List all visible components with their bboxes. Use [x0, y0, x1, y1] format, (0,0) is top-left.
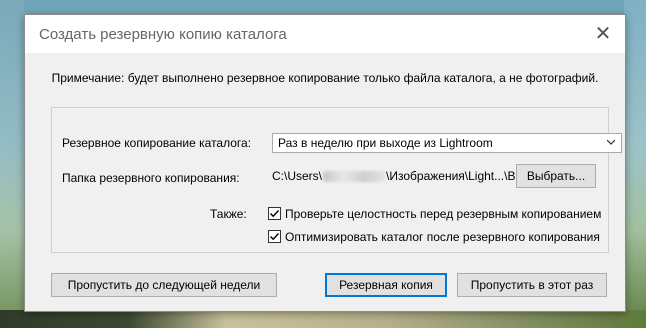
frequency-value: Раз в неделю при выходе из Lightroom: [278, 136, 493, 150]
backup-button[interactable]: Резервная копия: [325, 273, 447, 297]
frequency-dropdown[interactable]: Раз в неделю при выходе из Lightroom: [272, 133, 622, 153]
folder-label: Папка резервного копирования:: [62, 171, 240, 185]
background-photo-left: [0, 0, 24, 328]
skip-this-time-button[interactable]: Пропустить в этот раз: [457, 273, 607, 297]
checkmark-icon: [270, 210, 280, 218]
backup-catalog-dialog: Создать резервную копию каталога ✕ Приме…: [24, 14, 626, 312]
background-photo-right: [624, 0, 646, 328]
redacted-username: [323, 171, 386, 183]
optimize-catalog-checkbox[interactable]: [268, 230, 281, 243]
dialog-title: Создать резервную копию каталога: [39, 26, 287, 43]
also-label: Также:: [210, 207, 247, 221]
check-integrity-label[interactable]: Проверьте целостность перед резервным ко…: [285, 207, 601, 221]
note-text: Примечание: будет выполнено резервное ко…: [51, 71, 599, 85]
optimize-catalog-label[interactable]: Оптимизировать каталог после резервного …: [285, 230, 600, 244]
chevron-down-icon: [607, 139, 615, 145]
checkmark-icon: [270, 233, 280, 241]
close-icon[interactable]: ✕: [591, 22, 615, 46]
title-bar: Создать резервную копию каталога ✕: [25, 15, 625, 53]
frequency-label: Резервное копирование каталога:: [62, 136, 252, 150]
folder-path: C:\Users\ \Изображения\Light...\Backups: [272, 169, 553, 183]
backup-settings-group: Резервное копирование каталога: Раз в не…: [51, 107, 622, 253]
background-photo-bottom: [0, 310, 646, 328]
folder-path-start: C:\Users\: [272, 169, 323, 183]
choose-folder-button[interactable]: Выбрать...: [516, 164, 596, 188]
check-integrity-checkbox[interactable]: [268, 207, 281, 220]
skip-until-next-week-button[interactable]: Пропустить до следующей недели: [51, 273, 277, 297]
